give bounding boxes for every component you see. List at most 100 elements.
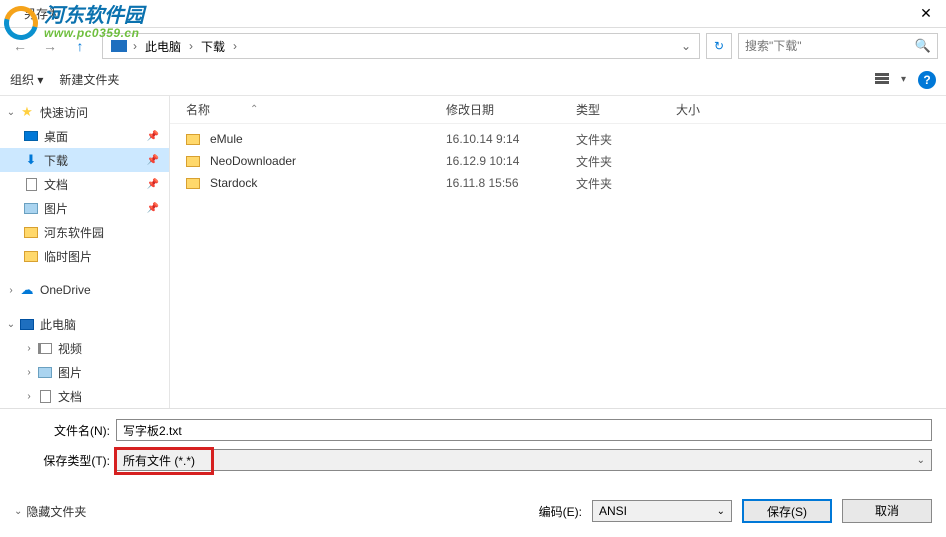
chevron-right-icon[interactable]: › [22,343,36,354]
chevron-down-icon: ⌄ [717,506,725,517]
sidebar-item-label: 桌面 [44,128,68,145]
filename-row: 文件名(N): [40,419,932,441]
filename-input[interactable] [116,419,932,441]
sidebar-item-documents[interactable]: › 文档 [0,384,169,408]
column-date[interactable]: 修改日期 [446,101,576,118]
file-name: Stardock [210,176,446,190]
cloud-icon: ☁ [21,282,34,298]
desktop-icon [24,131,38,141]
picture-icon [38,367,52,378]
folder-icon [24,251,38,262]
sidebar-item-label: 临时图片 [44,248,92,265]
filetype-label: 保存类型(T): [40,452,116,469]
sidebar-item-onedrive[interactable]: › ☁ OneDrive [0,278,169,302]
sidebar-item-quick-access[interactable]: ⌄ ★ 快速访问 [0,100,169,124]
search-box[interactable]: 🔍 [738,33,938,59]
organize-button[interactable]: 组织 ▾ [10,71,43,88]
chevron-right-icon[interactable]: › [22,391,36,402]
help-icon[interactable]: ? [918,71,936,89]
file-list-area: 名称 ⌃ 修改日期 类型 大小 eMule 16.10.14 9:14 文件夹 … [170,96,946,408]
filetype-combo[interactable]: 所有文件 (*.*) ⌄ [116,449,932,471]
sidebar-item-pictures[interactable]: 图片 📌 [0,196,169,220]
column-size[interactable]: 大小 [676,101,756,118]
sidebar-item-folder[interactable]: 河东软件园 [0,220,169,244]
file-name: NeoDownloader [210,154,446,168]
breadcrumb[interactable]: › 此电脑 › 下载 › ⌄ [102,33,700,59]
sidebar: ⌄ ★ 快速访问 桌面 📌 ⬇ 下载 📌 文档 📌 图片 📌 河东软件园 [0,96,170,408]
sidebar-item-folder[interactable]: 临时图片 [0,244,169,268]
pin-icon: 📌 [147,155,159,166]
file-name: eMule [210,132,446,146]
pc-icon [20,319,34,330]
chevron-down-icon: ⌄ [14,506,22,517]
file-type: 文件夹 [576,131,676,148]
breadcrumb-sep: › [187,39,195,53]
encoding-combo[interactable]: ANSI ⌄ [592,500,732,522]
search-icon[interactable]: 🔍 [915,38,931,54]
column-name[interactable]: 名称 ⌃ [186,101,446,118]
download-icon: ⬇ [26,152,37,168]
encoding-label: 编码(E): [539,503,582,520]
sidebar-item-label: 图片 [58,364,82,381]
folder-icon [186,178,200,189]
save-fields: 文件名(N): 保存类型(T): 所有文件 (*.*) ⌄ [0,408,946,489]
sidebar-item-label: 图片 [44,200,68,217]
column-type[interactable]: 类型 [576,101,676,118]
breadcrumb-this-pc[interactable]: 此电脑 [139,38,187,55]
sidebar-item-label: 视频 [58,340,82,357]
logo-title: 河东软件园 [44,5,144,27]
document-icon [40,390,51,403]
encoding-value: ANSI [599,504,627,518]
column-headers: 名称 ⌃ 修改日期 类型 大小 [170,96,946,124]
folder-icon [186,134,200,145]
file-row[interactable]: eMule 16.10.14 9:14 文件夹 [170,128,946,150]
picture-icon [24,203,38,214]
file-type: 文件夹 [576,175,676,192]
document-icon [26,178,37,191]
breadcrumb-sep: › [231,39,239,53]
close-icon[interactable]: ✕ [906,5,946,22]
sidebar-item-label: 河东软件园 [44,224,104,241]
refresh-button[interactable]: ↻ [706,33,732,59]
site-logo-overlay: 河东软件园 www.pc0359.cn [2,4,144,42]
chevron-down-icon[interactable]: ⌄ [4,319,18,330]
chevron-down-icon: ⌄ [917,455,925,466]
cancel-button[interactable]: 取消 [842,499,932,523]
view-dropdown-icon[interactable]: ▾ [901,74,906,85]
breadcrumb-dropdown-icon[interactable]: ⌄ [677,39,695,53]
logo-url: www.pc0359.cn [44,27,144,40]
search-input[interactable] [745,39,915,53]
file-row[interactable]: NeoDownloader 16.12.9 10:14 文件夹 [170,150,946,172]
file-date: 16.11.8 15:56 [446,176,576,190]
sidebar-item-label: 快速访问 [40,104,88,121]
file-date: 16.12.9 10:14 [446,154,576,168]
sidebar-item-label: 文档 [58,388,82,405]
sidebar-item-label: 下载 [44,152,68,169]
sidebar-item-videos[interactable]: › 视频 [0,336,169,360]
view-mode-button[interactable] [875,73,889,87]
chevron-right-icon[interactable]: › [4,285,18,296]
hide-folders-label: 隐藏文件夹 [26,503,86,520]
file-date: 16.10.14 9:14 [446,132,576,146]
file-list: eMule 16.10.14 9:14 文件夹 NeoDownloader 16… [170,124,946,194]
hide-folders-button[interactable]: ⌄ 隐藏文件夹 [14,503,86,520]
sidebar-item-label: 文档 [44,176,68,193]
sidebar-item-downloads[interactable]: ⬇ 下载 📌 [0,148,169,172]
breadcrumb-downloads[interactable]: 下载 [195,38,231,55]
pin-icon: 📌 [147,203,159,214]
file-row[interactable]: Stardock 16.11.8 15:56 文件夹 [170,172,946,194]
sidebar-item-documents[interactable]: 文档 📌 [0,172,169,196]
new-folder-button[interactable]: 新建文件夹 [59,71,119,88]
file-type: 文件夹 [576,153,676,170]
chevron-down-icon[interactable]: ⌄ [4,107,18,118]
filename-label: 文件名(N): [40,422,116,439]
sidebar-item-desktop[interactable]: 桌面 📌 [0,124,169,148]
video-icon [38,343,52,354]
sidebar-item-this-pc[interactable]: ⌄ 此电脑 [0,312,169,336]
folder-icon [186,156,200,167]
chevron-right-icon[interactable]: › [22,367,36,378]
filetype-row: 保存类型(T): 所有文件 (*.*) ⌄ [40,449,932,471]
save-button[interactable]: 保存(S) [742,499,832,523]
sidebar-item-pictures[interactable]: › 图片 [0,360,169,384]
sidebar-item-label: OneDrive [40,283,91,297]
